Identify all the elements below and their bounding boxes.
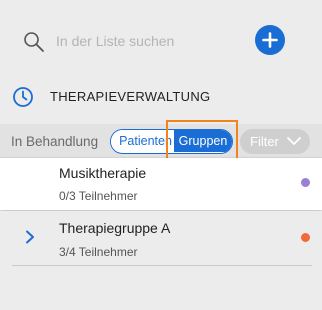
status-dot [301,178,310,187]
group-name: Therapiegruppe A [59,220,171,236]
group-participants: 0/3 Teilnehmer [59,189,138,203]
search-input[interactable] [56,28,236,54]
filter-button-label: Filter [250,134,279,149]
group-name: Musiktherapie [59,165,147,181]
divider [12,265,312,266]
status-label[interactable]: In Behandlung [11,134,98,149]
section-title: THERAPIEVERWALTUNG [50,89,211,104]
filter-bar: In Behandlung Patienten Gruppen Filter [0,124,322,158]
chevron-down-icon [287,137,301,145]
toggle-gruppen[interactable]: Gruppen [174,130,232,152]
search-icon [22,30,46,54]
toggle-patienten[interactable]: Patienten [111,130,174,152]
plus-icon [262,32,278,48]
filter-button[interactable]: Filter [240,129,310,154]
list-item[interactable]: Musiktherapie 0/3 Teilnehmer [0,158,322,210]
chevron-right-icon[interactable] [24,230,36,244]
list-item[interactable]: Therapiegruppe A 3/4 Teilnehmer [0,211,322,266]
group-participants: 3/4 Teilnehmer [59,245,138,259]
section-header: THERAPIEVERWALTUNG [0,82,322,112]
search-bar [0,0,322,80]
status-dot [301,233,310,242]
clock-icon [12,86,34,108]
add-button[interactable] [255,25,285,55]
view-toggle: Patienten Gruppen [110,129,233,154]
